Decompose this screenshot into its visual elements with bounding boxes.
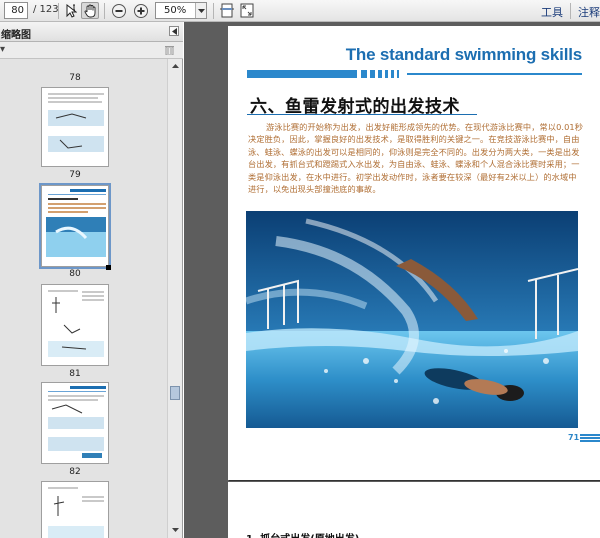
- swimmer-dive-photo: [246, 211, 578, 428]
- document-view[interactable]: The standard swimming skills 六、鱼雷发射式的出发技…: [184, 22, 600, 538]
- thumbnail-list: 78 79 80 81 82: [0, 59, 168, 538]
- toolbar-separator: [58, 3, 59, 19]
- zoom-out-icon[interactable]: [110, 2, 128, 19]
- thumbnail-scrollbar[interactable]: [167, 59, 182, 538]
- panel-options-bar: ▾: [0, 42, 183, 59]
- options-dropdown[interactable]: ▾: [0, 44, 5, 55]
- thumbnail-label: 82: [69, 467, 81, 477]
- thumbnail-label: 78: [69, 73, 81, 83]
- panel-title: 缩略图: [1, 30, 31, 41]
- page-total: / 123: [33, 4, 59, 15]
- toolbar-separator: [104, 3, 105, 19]
- heading-underline: [247, 114, 477, 115]
- select-text-icon[interactable]: [62, 2, 80, 19]
- next-page-heading: 1. 抓台式出发(原地出发): [246, 530, 359, 538]
- trash-icon[interactable]: [165, 45, 174, 58]
- document-page: The standard swimming skills 六、鱼雷发射式的出发技…: [228, 26, 600, 480]
- thumbnail-panel: 缩略图 ▾ 78 79 80 81 82: [0, 22, 183, 538]
- page-number-input[interactable]: 80: [4, 2, 28, 19]
- fit-width-icon[interactable]: [218, 2, 236, 19]
- zoom-dropdown-icon[interactable]: [195, 3, 206, 18]
- fit-page-icon[interactable]: [238, 2, 256, 19]
- toolbar-separator: [213, 3, 214, 19]
- body-paragraph: 游泳比赛的开始称为出发，出发好能形成领先的优势。在现代游泳比赛中，常以0.01秒…: [248, 122, 583, 195]
- zoom-level-value: 50%: [164, 5, 187, 16]
- thumbnail-page-82[interactable]: [41, 382, 109, 464]
- collapse-panel-icon[interactable]: [169, 26, 179, 36]
- zoom-in-icon[interactable]: [132, 2, 150, 19]
- thumbnail-label: 80: [69, 269, 81, 279]
- page-number-stripe: [580, 434, 600, 442]
- thumbnail-page-81[interactable]: [41, 284, 109, 366]
- thumbnail-page-80[interactable]: [39, 183, 111, 269]
- hand-icon[interactable]: [81, 2, 99, 19]
- scroll-down-icon[interactable]: [170, 525, 180, 535]
- thumbnail-label: 81: [69, 369, 81, 379]
- page-banner-title: The standard swimming skills: [345, 45, 582, 64]
- tools-menu[interactable]: 工具: [541, 4, 563, 21]
- scroll-up-icon[interactable]: [170, 61, 180, 71]
- banner-stripe: [247, 70, 582, 78]
- panel-header: 缩略图: [0, 22, 183, 42]
- page-number-label: 71: [568, 433, 580, 442]
- scrollbar-thumb[interactable]: [170, 386, 180, 400]
- next-document-page: 1. 抓台式出发(原地出发): [228, 482, 600, 538]
- toolbar-separator: [570, 3, 571, 19]
- thumbnail-page-79[interactable]: [41, 87, 109, 167]
- thumbnail-page-83[interactable]: [41, 481, 109, 538]
- toolbar: 80 / 123 50% 工具 注释: [0, 0, 600, 22]
- zoom-level-select[interactable]: 50%: [155, 2, 207, 19]
- thumbnail-label: 79: [69, 170, 81, 180]
- comment-menu[interactable]: 注释: [578, 4, 600, 21]
